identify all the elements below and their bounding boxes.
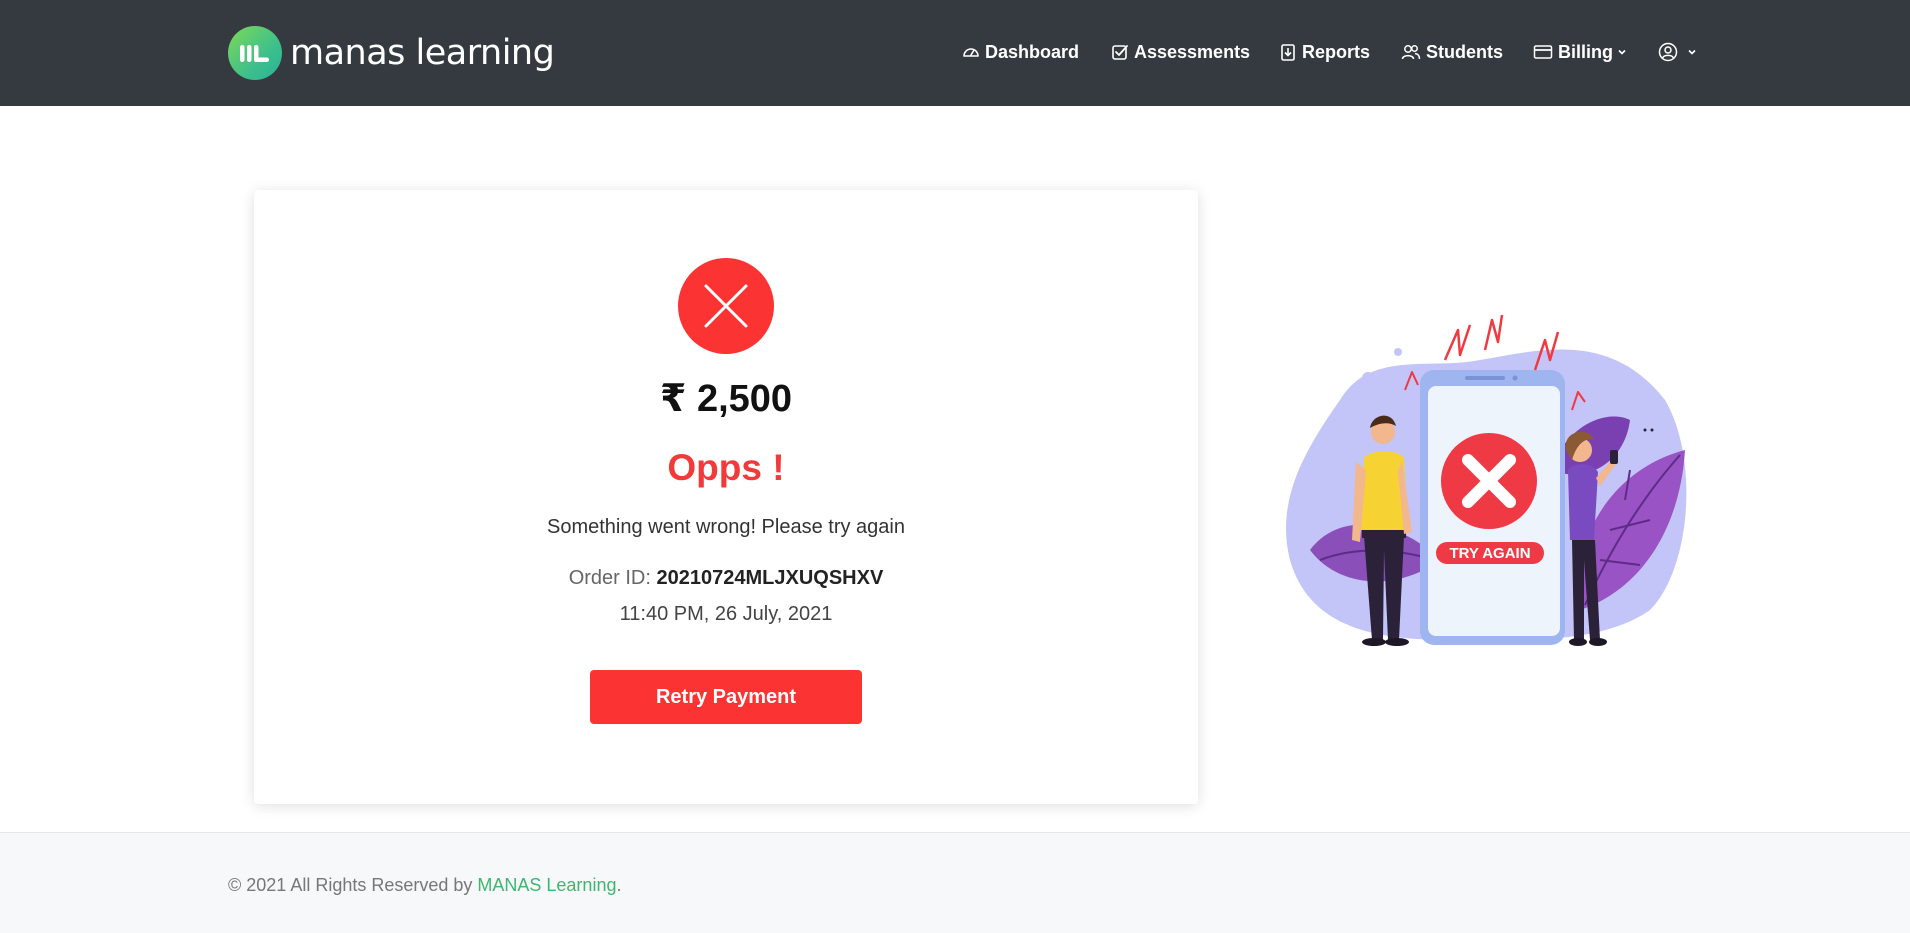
brand-home-link[interactable]: manas learning — [228, 26, 555, 80]
retry-payment-button[interactable]: Retry Payment — [590, 670, 862, 724]
close-x-icon — [704, 284, 748, 328]
top-navbar: manas learning Dashboard Assessments Rep… — [0, 0, 1910, 106]
nav-assessments-label: Assessments — [1134, 41, 1251, 62]
order-id-line: Order ID: 20210724MLJXUQSHXV — [254, 567, 1198, 590]
nav-dashboard-label: Dashboard — [985, 41, 1080, 62]
error-message: Something went wrong! Please try again — [547, 516, 905, 538]
copyright-prefix: © 2021 All Rights Reserved by — [228, 875, 478, 895]
brand-name: manas learning — [290, 33, 555, 73]
order-id-label: Order ID: — [568, 567, 651, 589]
users-icon — [1401, 45, 1421, 60]
nav-assessments[interactable]: Assessments — [1111, 36, 1250, 68]
copyright-text: © 2021 All Rights Reserved by MANAS Lear… — [228, 875, 621, 896]
nav-reports-label: Reports — [1302, 41, 1371, 62]
nav-billing[interactable]: Billing — [1533, 36, 1632, 68]
manas-learning-link[interactable]: MANAS Learning — [477, 875, 616, 895]
nav-reports[interactable]: Reports — [1279, 36, 1370, 68]
checkbox-icon — [1112, 45, 1128, 60]
brand-logo-icon — [228, 26, 282, 80]
download-doc-icon — [1281, 44, 1295, 61]
order-id-value: 20210724MLJXUQSHXV — [656, 567, 884, 589]
payment-failed-badge — [678, 258, 774, 354]
try-again-badge-text: TRY AGAIN — [1449, 545, 1530, 562]
nav-students[interactable]: Students — [1401, 36, 1503, 68]
error-title: Opps ! — [667, 447, 785, 488]
payment-amount: ₹ 2,500 — [659, 378, 793, 420]
nav-dashboard[interactable]: Dashboard — [962, 36, 1079, 68]
nav-billing-label: Billing — [1558, 41, 1613, 62]
credit-card-icon — [1533, 45, 1553, 59]
user-circle-icon — [1658, 42, 1678, 62]
nav-students-label: Students — [1426, 41, 1504, 62]
dashboard-gauge-icon — [963, 48, 979, 57]
chevron-down-icon — [1688, 49, 1696, 55]
copyright-suffix: . — [616, 875, 622, 895]
profile-menu[interactable] — [1658, 36, 1702, 68]
payment-status-card: ₹ 2,500 Opps ! Something went wrong! Ple… — [254, 190, 1198, 804]
transaction-datetime: 11:40 PM, 26 July, 2021 — [619, 603, 833, 625]
page-footer: © 2021 All Rights Reserved by MANAS Lear… — [0, 832, 1910, 933]
try-again-illustration: TRY AGAIN — [1280, 310, 1700, 660]
chevron-down-icon — [1618, 49, 1626, 55]
